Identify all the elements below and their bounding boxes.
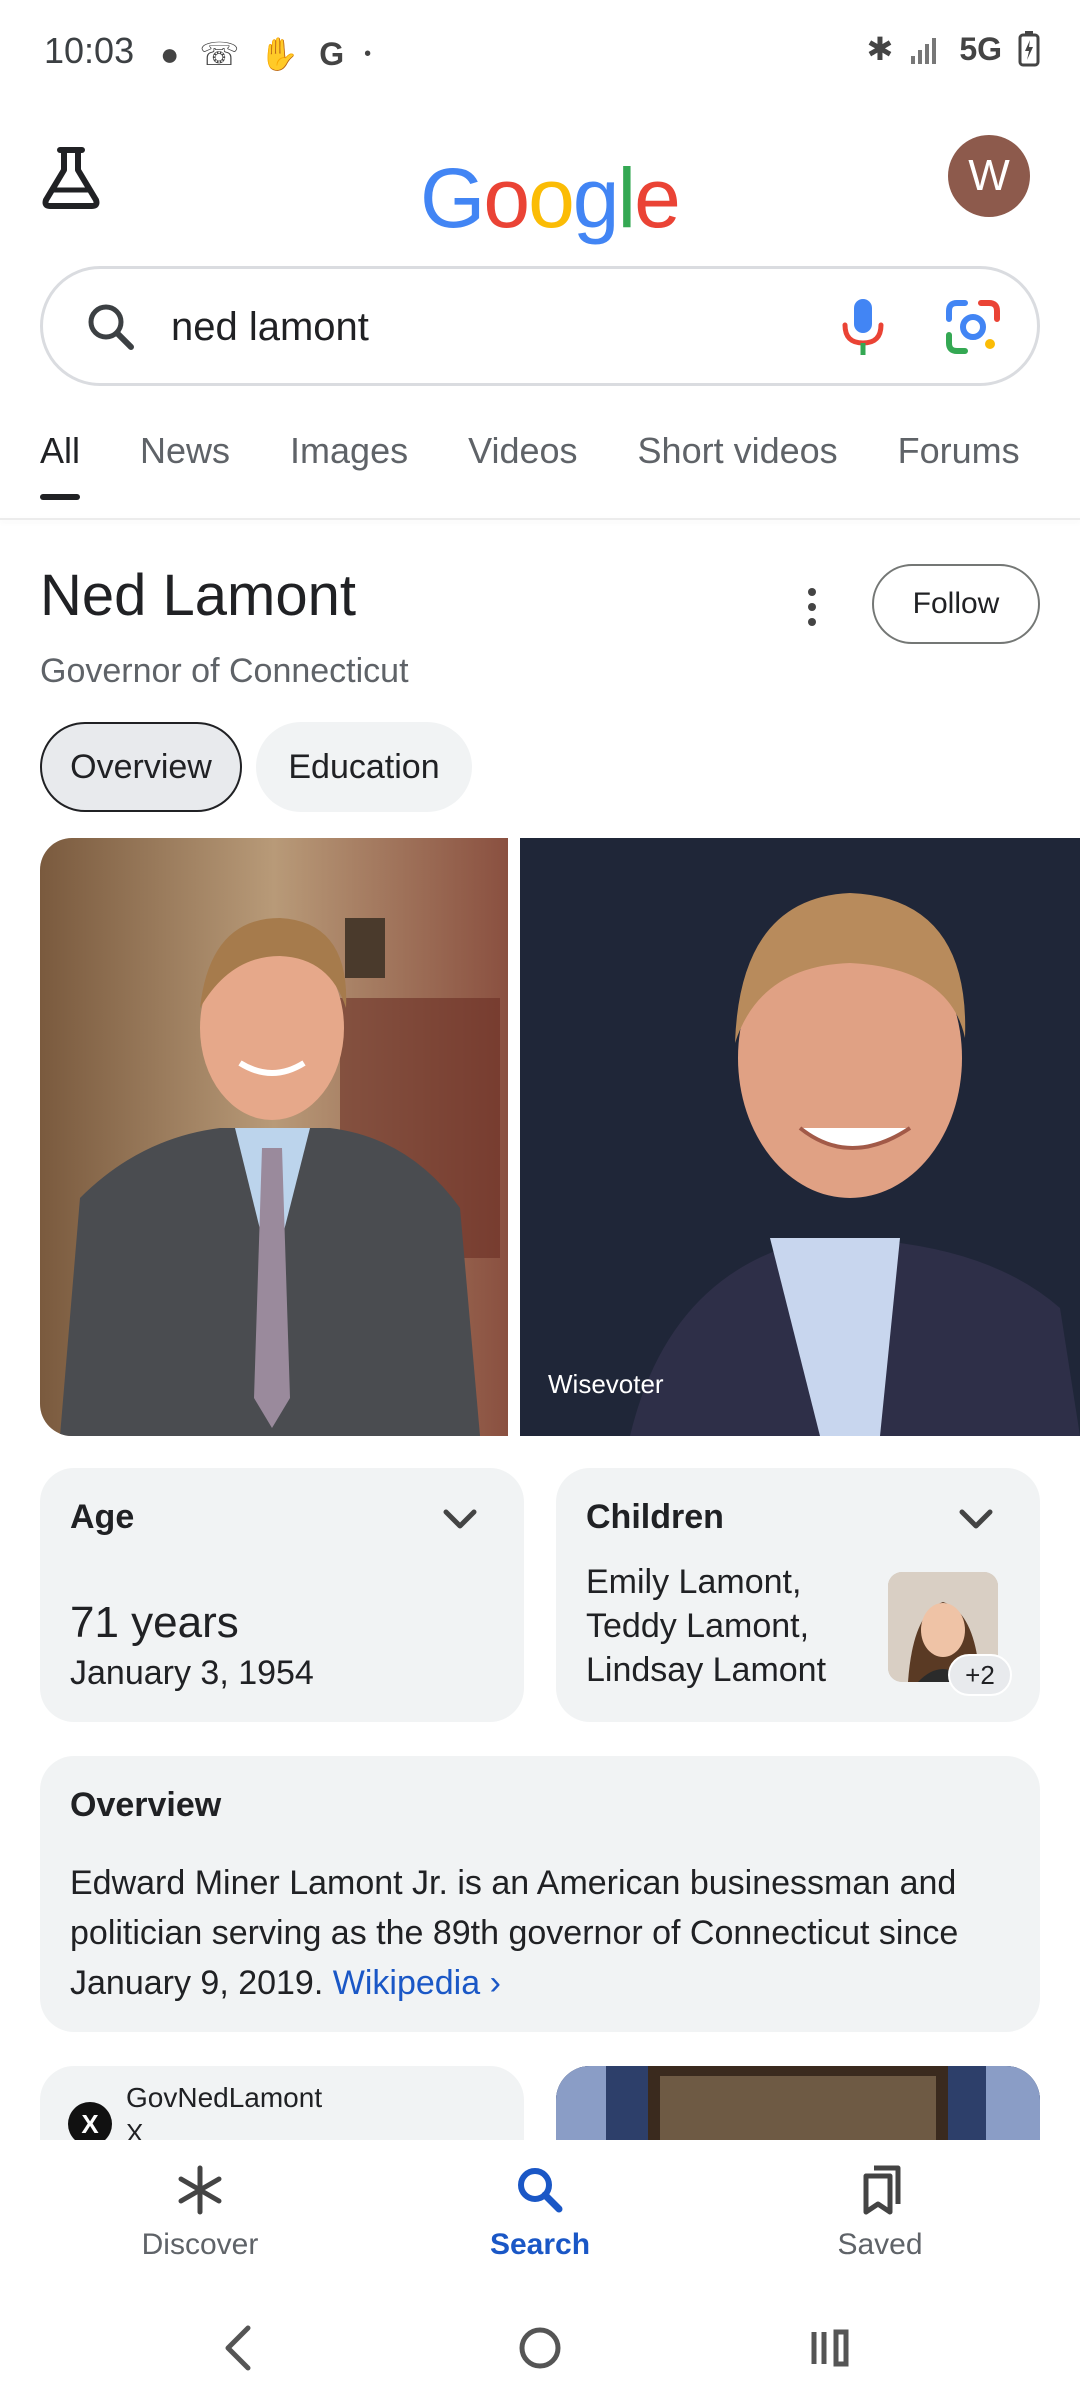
tab-forums[interactable]: Forums <box>898 430 1020 500</box>
recent-apps-icon[interactable] <box>800 2318 860 2378</box>
back-icon[interactable] <box>210 2318 270 2378</box>
portrait-image <box>40 838 508 1436</box>
hand-icon: ✋ <box>259 36 300 72</box>
chevron-right-icon: › <box>489 1964 501 2002</box>
search-tabs: All News Images Videos Short videos Foru… <box>40 430 1080 500</box>
children-card[interactable]: Children Emily Lamont, Teddy Lamont, Lin… <box>556 1468 1040 1722</box>
logo-letter: e <box>634 151 681 245</box>
battery-icon <box>1018 31 1040 67</box>
nav-discover-label: Discover <box>141 2228 259 2261</box>
tabs-divider <box>0 518 1080 520</box>
image-source-label: Wisevoter <box>548 1369 664 1399</box>
logo-letter: g <box>572 151 620 245</box>
entity-photo-1[interactable] <box>40 838 508 1436</box>
signal-icon <box>911 38 937 64</box>
dot-icon: • <box>364 43 372 65</box>
discover-asterisk-icon <box>178 2165 222 2215</box>
chip-education[interactable]: Education <box>256 722 472 812</box>
tab-all[interactable]: All <box>40 430 81 500</box>
logo-letter: o <box>483 151 530 245</box>
entity-title: Ned Lamont <box>40 563 356 628</box>
nav-search-label: Search <box>489 2228 591 2261</box>
age-card[interactable]: Age 71 years January 3, 1954 <box>40 1468 524 1722</box>
wikipedia-link[interactable]: Wikipedia › <box>333 1964 501 2002</box>
overview-label: Overview <box>70 1786 222 1824</box>
chat-icon: ● <box>160 36 180 72</box>
overview-text: Edward Miner Lamont Jr. is an American b… <box>70 1858 1020 2008</box>
age-label: Age <box>70 1498 135 1536</box>
status-time: 10:03 <box>44 30 135 71</box>
google-g-icon: G <box>319 36 345 72</box>
nav-saved[interactable]: Saved <box>780 2162 980 2262</box>
account-avatar[interactable]: W <box>948 135 1030 217</box>
logo-letter: l <box>617 151 637 245</box>
bookmarks-icon <box>863 2165 901 2215</box>
network-type: 5G <box>959 30 1002 67</box>
nav-discover[interactable]: Discover <box>100 2162 300 2262</box>
more-children-badge: +2 <box>948 1654 1012 1696</box>
microphone-icon[interactable] <box>833 295 893 359</box>
google-lens-icon[interactable] <box>943 297 1003 357</box>
follow-button[interactable]: Follow <box>872 564 1040 644</box>
entity-subtitle: Governor of Connecticut <box>40 652 409 690</box>
tab-news[interactable]: News <box>140 430 230 500</box>
search-icon <box>518 2168 563 2213</box>
chip-overview[interactable]: Overview <box>40 722 242 812</box>
status-bar: 10:03 ● ☏ ✋ G • ✱ 5G <box>0 0 1080 104</box>
search-input[interactable]: ned lamont <box>171 305 369 350</box>
overview-card: Overview Edward Miner Lamont Jr. is an A… <box>40 1756 1040 2032</box>
logo-letter: o <box>528 151 575 245</box>
overview-description: Edward Miner Lamont Jr. is an American b… <box>70 1864 959 2002</box>
children-names: Emily Lamont, Teddy Lamont, Lindsay Lamo… <box>586 1563 827 1689</box>
labs-flask-icon[interactable] <box>36 142 106 212</box>
portrait-image <box>520 838 1080 1436</box>
bottom-navigation: Discover Search Saved <box>0 2140 1080 2290</box>
tab-short-videos[interactable]: Short videos <box>638 430 838 500</box>
birth-date: January 3, 1954 <box>70 1654 314 1692</box>
entity-photo-2[interactable]: Wisevoter <box>520 838 1080 1436</box>
logo-letter: G <box>420 151 485 245</box>
tab-videos[interactable]: Videos <box>468 430 577 500</box>
chevron-down-icon[interactable] <box>956 1504 996 1534</box>
system-navigation-bar <box>0 2290 1080 2400</box>
age-value: 71 years <box>70 1598 239 1647</box>
bluetooth-icon: ✱ <box>866 31 894 67</box>
missed-call-icon: ☏ <box>199 36 240 72</box>
home-icon[interactable] <box>510 2318 570 2378</box>
search-icon <box>88 304 134 350</box>
nav-saved-label: Saved <box>837 2228 923 2261</box>
system-icons: ✱ 5G <box>867 30 1041 68</box>
wikipedia-link-label: Wikipedia <box>332 1964 481 2002</box>
search-box[interactable]: ned lamont <box>40 266 1040 386</box>
tab-images[interactable]: Images <box>290 430 408 500</box>
social-handle: GovNedLamont <box>126 2082 323 2113</box>
notification-icons: ● ☏ ✋ G • <box>160 34 371 74</box>
chevron-down-icon[interactable] <box>440 1504 480 1534</box>
more-options-icon[interactable] <box>800 582 824 632</box>
nav-search[interactable]: Search <box>440 2162 640 2262</box>
google-logo[interactable]: Google <box>420 150 681 247</box>
children-label: Children <box>586 1498 724 1536</box>
